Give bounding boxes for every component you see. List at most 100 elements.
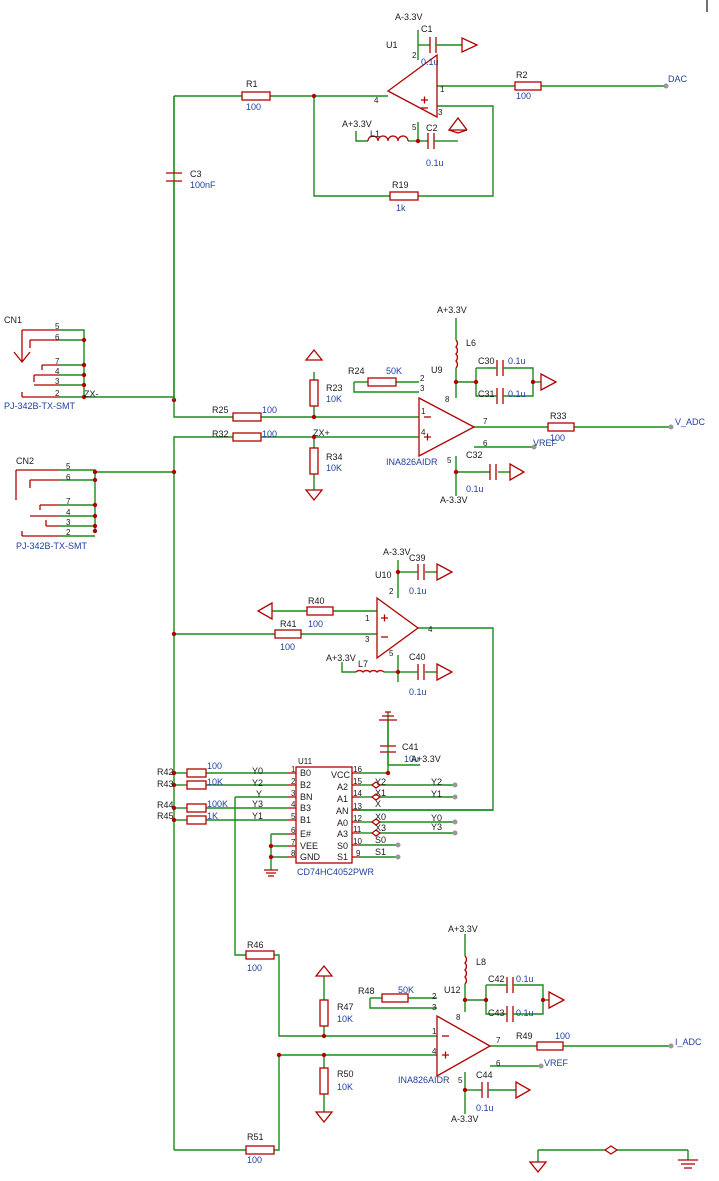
label-r32: R32 <box>212 429 229 439</box>
label-r51: R51 <box>247 1132 264 1142</box>
label-r45-val: 1K <box>207 811 218 821</box>
label-cn1-part: PJ-342B-TX-SMT <box>4 401 76 411</box>
net-y0-left: Y0 <box>252 766 263 776</box>
mux-pin6: 6 <box>291 826 296 835</box>
label-vpos-l7: A+3.3V <box>326 653 356 663</box>
label-c39: C39 <box>409 553 426 563</box>
mux-bn: BN <box>300 792 313 802</box>
label-r49: R49 <box>516 1031 533 1041</box>
label-r2: R2 <box>516 70 528 80</box>
label-r43: R43 <box>157 779 174 789</box>
label-c32-val: 0.1u <box>466 484 484 494</box>
label-c30: C30 <box>478 356 495 366</box>
label-vpos-mux: A+3.3V <box>411 754 441 764</box>
label-r41-val: 100 <box>280 642 295 652</box>
label-v-adc: V_ADC <box>675 417 706 427</box>
mux-pin5: 5 <box>291 812 296 821</box>
label-r2-val: 100 <box>516 91 531 101</box>
mux-pin2: 2 <box>291 777 296 786</box>
label-c31: C31 <box>478 389 495 399</box>
label-r24: R24 <box>348 366 365 376</box>
net-y3-term: Y3 <box>431 822 442 832</box>
label-cn1: CN1 <box>4 315 22 325</box>
label-r42: R42 <box>157 767 174 777</box>
label-r25-val: 100 <box>262 405 277 415</box>
label-u10: U10 <box>375 570 392 580</box>
label-c40-val: 0.1u <box>409 687 427 697</box>
mux-gnd: GND <box>300 852 321 862</box>
mux-pin7: 7 <box>291 838 296 847</box>
net-x1-right: X1 <box>375 788 386 798</box>
label-u9: U9 <box>431 365 443 375</box>
label-vneg-u12: A-3.3V <box>451 1114 479 1124</box>
label-c31-val: 0.1u <box>508 389 526 399</box>
label-mux-part: CD74HC4052PWR <box>297 867 375 877</box>
u9-pin7: 7 <box>483 417 488 426</box>
u10-pin1: 1 <box>365 614 370 623</box>
label-r48: R48 <box>358 986 375 996</box>
label-cn2: CN2 <box>16 456 34 466</box>
u10-pin2: 2 <box>389 587 394 596</box>
u12-pin1: 1 <box>432 1027 437 1036</box>
label-r33: R33 <box>550 411 567 421</box>
label-c2-val: 0.1u <box>426 158 444 168</box>
label-l1: L1 <box>370 129 380 139</box>
net-y-left: Y <box>256 789 262 799</box>
mux-pin14: 14 <box>353 789 362 798</box>
u1-pin2: 2 <box>412 51 417 60</box>
net-x-right: X <box>375 799 381 809</box>
label-vpos-u9: A+3.3V <box>437 305 467 315</box>
label-r1-val: 100 <box>246 102 261 112</box>
mux-pin8: 8 <box>291 849 296 858</box>
label-u12: U12 <box>444 985 461 995</box>
label-c42-val: 0.1u <box>516 974 534 984</box>
label-r51-val: 100 <box>247 1155 262 1165</box>
label-vneg-u9: A-3.3V <box>440 495 468 505</box>
label-c40: C40 <box>409 652 426 662</box>
label-c1-val: 0.1u <box>421 57 439 67</box>
mux-pin10: 10 <box>353 837 362 846</box>
label-vneg: A-3.3V <box>395 12 423 22</box>
label-zx-plus: ZX+ <box>313 428 330 438</box>
net-y1-term: Y1 <box>431 789 442 799</box>
cn1-pin5: 5 <box>55 322 60 331</box>
label-r34-val: 10K <box>326 463 342 473</box>
mux-pin1: 1 <box>291 765 296 774</box>
u12-pin5: 5 <box>458 1076 463 1085</box>
cn1-pin3: 3 <box>55 377 60 386</box>
cn2-pin4: 4 <box>66 508 71 517</box>
label-vref-u9: VREF <box>533 438 558 448</box>
u9-pin6: 6 <box>483 439 488 448</box>
label-r32-val: 100 <box>262 429 277 439</box>
label-r47: R47 <box>337 1002 354 1012</box>
junctions <box>81 93 546 1093</box>
cn2-pin6: 6 <box>66 473 71 482</box>
connector-symbols <box>13 329 60 537</box>
mux-pin13: 13 <box>353 802 362 811</box>
mux-b1: B1 <box>300 815 311 825</box>
mux-s1: S1 <box>337 852 348 862</box>
u10-pin3: 3 <box>365 635 370 644</box>
label-c43: C43 <box>488 1008 505 1018</box>
u1-pin4: 4 <box>374 96 379 105</box>
label-u9-part: INA826AIDR <box>386 457 438 467</box>
label-r47-val: 10K <box>337 1014 353 1024</box>
label-i-adc: I_ADC <box>675 1037 702 1047</box>
label-r23: R23 <box>326 383 343 393</box>
mux-e: E# <box>300 829 311 839</box>
label-u1: U1 <box>386 40 398 50</box>
cn2-pin7: 7 <box>66 497 71 506</box>
label-r19: R19 <box>392 180 409 190</box>
mux-b3: B3 <box>300 803 311 813</box>
label-c44: C44 <box>476 1070 493 1080</box>
u9-pin5: 5 <box>447 456 452 465</box>
label-c1: C1 <box>421 24 433 34</box>
label-r46-val: 100 <box>247 963 262 973</box>
label-r49-val: 100 <box>555 1031 570 1041</box>
label-vpos-u12: A+3.3V <box>448 924 478 934</box>
label-c30-val: 0.1u <box>508 356 526 366</box>
label-c43-val: 0.1u <box>516 1008 534 1018</box>
label-r1: R1 <box>246 79 258 89</box>
mux-pin15: 15 <box>353 777 362 786</box>
net-y1-left: Y1 <box>252 811 263 821</box>
